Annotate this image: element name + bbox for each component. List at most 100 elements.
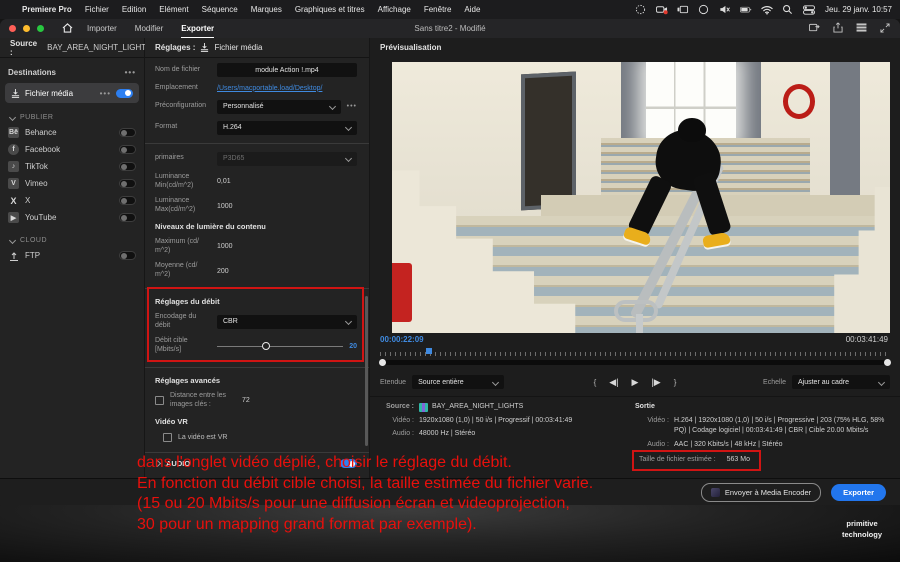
cloud-section-label: CLOUD <box>20 237 47 244</box>
search-icon[interactable] <box>782 4 794 16</box>
luminance-min-value[interactable]: 0,01 <box>217 178 357 185</box>
range-in-handle[interactable] <box>379 359 386 366</box>
wifi-icon[interactable] <box>761 4 773 16</box>
menu-sequence[interactable]: Séquence <box>202 5 238 14</box>
keyframe-label: Distance entre les images clés : <box>170 392 242 410</box>
share-icon[interactable] <box>833 22 843 35</box>
audio-section-row[interactable]: AUDIO <box>145 452 369 473</box>
mark-in-button[interactable]: { <box>594 378 597 387</box>
menu-affichage[interactable]: Affichage <box>378 5 411 14</box>
menu-marques[interactable]: Marques <box>251 5 282 14</box>
desktop-background: primitive technology <box>0 505 900 562</box>
destination-youtube[interactable]: ▶ YouTube <box>0 209 144 226</box>
menu-element[interactable]: Elément <box>159 5 188 14</box>
playhead-marker[interactable] <box>426 348 432 354</box>
menu-premiere-pro[interactable]: Premiere Pro <box>22 5 72 14</box>
settings-header-label: Réglages : <box>155 43 195 52</box>
camera-recording-icon[interactable] <box>656 4 668 16</box>
bitrate-target-value[interactable]: 20 <box>349 343 357 350</box>
menubar-clock[interactable]: Jeu. 29 janv. 10:57 <box>825 5 892 14</box>
scale-label: Echelle <box>763 379 786 386</box>
zoom-window-button[interactable] <box>37 25 44 32</box>
bitrate-encoding-select[interactable]: CBR <box>217 315 357 329</box>
ftp-toggle[interactable] <box>119 251 136 260</box>
file-media-menu-icon[interactable]: ••• <box>100 89 111 98</box>
range-scrubber[interactable] <box>380 360 890 365</box>
x-toggle[interactable] <box>119 196 136 205</box>
destination-vimeo[interactable]: V Vimeo <box>0 175 144 192</box>
preset-menu-icon[interactable]: ••• <box>347 103 357 110</box>
keyframe-checkbox[interactable] <box>155 396 164 405</box>
source-label: Source : <box>10 39 37 57</box>
play-button[interactable]: ▶ <box>632 377 639 388</box>
shortcut-circle-icon[interactable] <box>698 4 710 16</box>
tab-modifier[interactable]: Modifier <box>135 20 163 37</box>
audio-toggle[interactable] <box>340 459 357 468</box>
sequence-icon <box>419 403 428 412</box>
timeline-ruler[interactable] <box>380 349 890 356</box>
fullscreen-icon[interactable] <box>880 23 890 35</box>
vimeo-toggle[interactable] <box>119 179 136 188</box>
slider-thumb[interactable] <box>262 342 270 350</box>
facebook-toggle[interactable] <box>119 145 136 154</box>
close-window-button[interactable] <box>9 25 16 32</box>
home-icon[interactable] <box>62 23 73 35</box>
advanced-section-title: Réglages avancés <box>155 376 357 385</box>
destination-behance[interactable]: Bē Behance <box>0 124 144 141</box>
behance-toggle[interactable] <box>119 128 136 137</box>
scale-select[interactable]: Ajuster au cadre <box>792 375 890 389</box>
range-out-handle[interactable] <box>884 359 891 366</box>
bitrate-section-title: Réglages du débit <box>155 297 357 306</box>
luminance-max-value[interactable]: 1000 <box>217 203 357 210</box>
menu-aide[interactable]: Aide <box>464 5 480 14</box>
menu-fenetre[interactable]: Fenêtre <box>424 5 452 14</box>
destination-ftp[interactable]: FTP <box>0 247 144 264</box>
menu-edition[interactable]: Edition <box>122 5 146 14</box>
preset-select[interactable]: Personnalisé <box>217 100 341 114</box>
minimize-window-button[interactable] <box>23 25 30 32</box>
youtube-toggle[interactable] <box>119 213 136 222</box>
tiktok-toggle[interactable] <box>119 162 136 171</box>
destination-tiktok[interactable]: ♪ TikTok <box>0 158 144 175</box>
avg-cd-value[interactable]: 200 <box>217 268 357 275</box>
output-summary-title: Sortie <box>635 402 892 413</box>
export-button[interactable]: Exporter <box>831 484 886 501</box>
location-link[interactable]: /Users/macportable.load/Desktop/ <box>217 85 357 92</box>
tab-exporter[interactable]: Exporter <box>181 20 214 38</box>
primaries-label: primaires <box>155 154 217 163</box>
bitrate-slider[interactable]: 20 <box>217 343 357 350</box>
tab-importer[interactable]: Importer <box>87 20 117 37</box>
workspace-icon[interactable] <box>856 23 867 34</box>
filename-input[interactable]: module Action !.mp4 <box>217 63 357 77</box>
keyframe-value[interactable]: 72 <box>242 397 250 404</box>
file-media-toggle[interactable] <box>116 89 133 98</box>
max-cd-value[interactable]: 1000 <box>217 243 357 250</box>
settings-scrollbar[interactable] <box>365 296 368 446</box>
quick-export-icon[interactable] <box>809 23 820 35</box>
audio-section-label: AUDIO <box>166 459 190 468</box>
range-select[interactable]: Source entière <box>412 375 504 389</box>
chevron-down-icon[interactable] <box>9 237 16 244</box>
bitrate-encoding-label: Encodage du débit <box>155 313 217 331</box>
format-select[interactable]: H.264 <box>217 121 357 135</box>
destinations-label: Destinations <box>8 68 56 77</box>
destinations-menu-icon[interactable]: ••• <box>125 68 136 77</box>
mark-out-button[interactable]: } <box>674 378 677 387</box>
destination-x[interactable]: X X <box>0 192 144 209</box>
menu-graphiques[interactable]: Graphiques et titres <box>295 5 365 14</box>
mute-icon[interactable] <box>719 4 731 16</box>
menu-fichier[interactable]: Fichier <box>85 5 109 14</box>
step-back-button[interactable]: ◀| <box>609 377 618 388</box>
chevron-down-icon <box>492 378 499 385</box>
stage-manager-icon[interactable] <box>677 4 689 16</box>
video-preview[interactable] <box>392 62 890 333</box>
destination-facebook[interactable]: f Facebook <box>0 141 144 158</box>
send-to-media-encoder-button[interactable]: Envoyer à Media Encoder <box>701 483 821 502</box>
vr-checkbox[interactable] <box>163 433 172 442</box>
chevron-down-icon[interactable] <box>9 114 16 121</box>
settings-header-target: Fichier média <box>214 43 262 52</box>
destination-file-media[interactable]: Fichier média ••• <box>5 83 139 103</box>
step-forward-button[interactable]: |▶ <box>651 377 660 388</box>
control-center-icon[interactable] <box>803 4 815 16</box>
screen-record-icon[interactable] <box>635 4 647 16</box>
